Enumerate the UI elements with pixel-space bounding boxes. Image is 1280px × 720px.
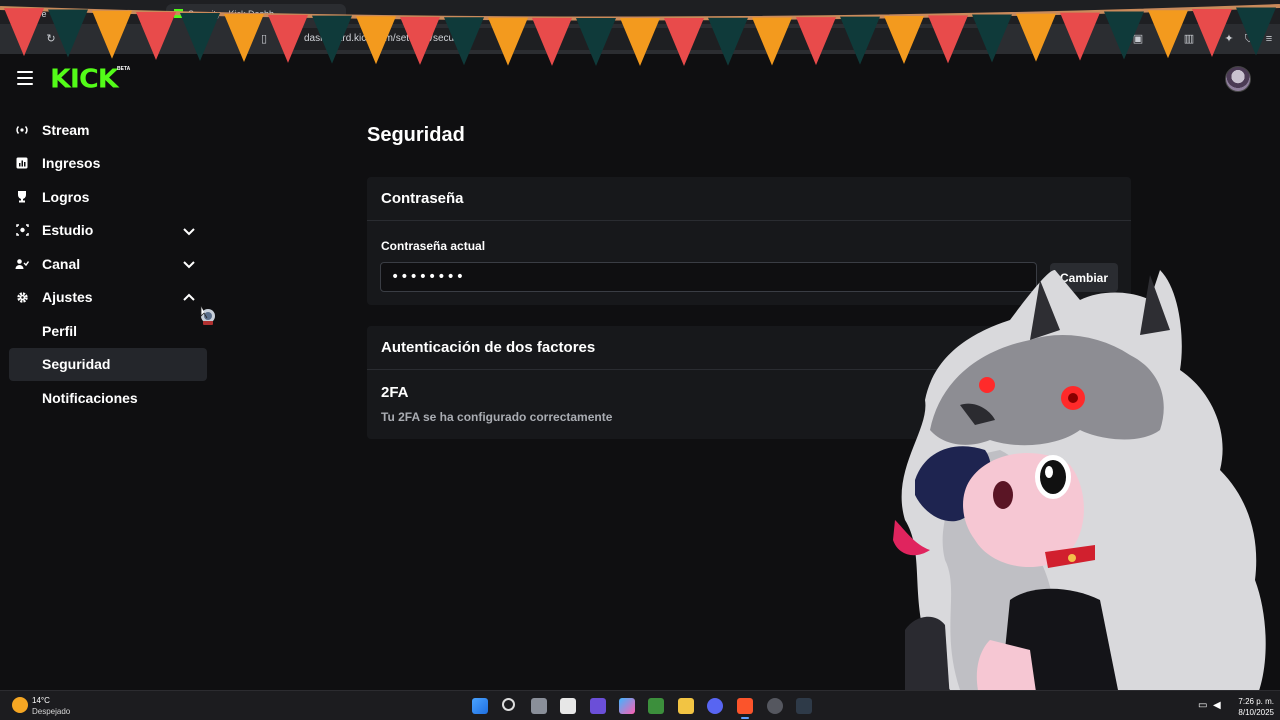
discord-icon[interactable]	[707, 698, 723, 714]
weather-temperature: 14°C	[32, 696, 50, 705]
brave-browser-icon[interactable]	[737, 698, 753, 719]
browser-toolbar: ↻ ▯ dashboard.kick.com/settings/security…	[0, 24, 1280, 54]
hamburger-menu-icon[interactable]	[17, 71, 33, 85]
file-explorer-icon[interactable]	[678, 698, 694, 714]
sidebar-item-logros[interactable]: Logros	[0, 180, 215, 214]
kick-favicon-icon	[174, 9, 183, 18]
sidebar-item-label: Ingresos	[42, 155, 101, 172]
reload-icon[interactable]: ↻	[44, 32, 58, 46]
sidebar-item-stream[interactable]: Stream	[0, 113, 215, 147]
chevron-up-icon[interactable]	[182, 291, 196, 305]
sidebar-item-label: Canal	[42, 255, 81, 272]
kick-logo[interactable]: KICK	[50, 65, 119, 94]
app-icon[interactable]	[590, 698, 606, 714]
chevron-down-icon[interactable]	[182, 257, 196, 271]
users-icon	[14, 256, 30, 272]
browser-tab-bar: Stre Security - Kick Dashb	[0, 0, 1280, 24]
windows-start-icon[interactable]	[472, 698, 488, 714]
sidebar-item-label: Logros	[42, 188, 90, 205]
browser-tab-active[interactable]: Security - Kick Dashb	[166, 4, 346, 24]
mouse-cursor-icon	[200, 306, 215, 325]
page-title: Seguridad	[367, 124, 465, 146]
sidebar-item-estudio[interactable]: Estudio	[0, 214, 215, 248]
extensions-icon[interactable]: ▣	[1131, 32, 1145, 46]
browser-tab[interactable]: Stre	[8, 4, 55, 24]
sidebar-item-label: Estudio	[42, 222, 94, 239]
gear-icon	[14, 289, 30, 305]
sidebar-item-canal[interactable]: Canal	[0, 247, 215, 281]
sidebar-toggle-icon[interactable]: ▥	[1182, 32, 1196, 46]
snipping-tool-icon[interactable]	[560, 698, 576, 714]
sidebar-item-ajustes[interactable]: Ajustes	[0, 281, 215, 315]
volume-icon[interactable]: ◀	[1213, 700, 1224, 711]
weather-condition: Despejado	[32, 707, 71, 716]
tab-favicon-icon	[16, 9, 25, 18]
media-icon[interactable]: ♫	[1163, 32, 1177, 46]
password-card-heading: Contraseña	[367, 177, 1131, 221]
weather-sun-icon[interactable]	[12, 697, 28, 713]
password-card: Contraseña Contraseña actual Cambiar	[367, 177, 1131, 305]
obs-icon[interactable]	[767, 698, 783, 714]
minecraft-icon[interactable]	[648, 698, 664, 714]
current-password-label: Contraseña actual	[381, 239, 486, 253]
studio-icon	[14, 222, 30, 238]
bookmark-icon[interactable]: ▯	[257, 32, 271, 46]
menu-dots-icon[interactable]: ≡	[1262, 32, 1276, 46]
trophy-icon	[14, 189, 30, 205]
chart-icon	[14, 155, 30, 171]
current-password-field[interactable]	[380, 262, 1037, 292]
app-header: KICK BETA	[0, 54, 1280, 104]
task-view-icon[interactable]	[531, 698, 547, 714]
app-icon[interactable]	[796, 698, 812, 714]
wallet-icon[interactable]: ⚇	[1202, 32, 1216, 46]
address-bar[interactable]: dashboard.kick.com/settings/security	[280, 28, 1000, 50]
sidebar-subitem-notificaciones[interactable]: Notificaciones	[9, 381, 207, 415]
chevron-down-icon[interactable]	[182, 224, 196, 238]
sidebar-subitem-seguridad[interactable]: Seguridad	[9, 347, 207, 381]
twofa-card-heading: Autenticación de dos factores	[367, 326, 1131, 370]
broadcast-icon	[14, 122, 30, 138]
shield-icon[interactable]: ⛉	[1242, 32, 1256, 46]
change-password-button[interactable]: Cambiar	[1050, 263, 1118, 292]
leo-icon[interactable]: ✦	[1222, 32, 1236, 46]
taskbar: 14°C Despejado ▭ ◀ 7:26 p. m. 8/10/2025	[0, 690, 1280, 720]
sidebar-item-label: Ajustes	[42, 289, 93, 306]
search-icon[interactable]	[502, 698, 515, 711]
copilot-icon[interactable]	[619, 698, 635, 714]
twofa-card: Autenticación de dos factores 2FA Tu 2FA…	[367, 326, 1131, 439]
network-icon[interactable]: ▭	[1198, 700, 1209, 711]
system-clock[interactable]: 7:26 p. m. 8/10/2025	[1230, 696, 1274, 718]
beta-badge: BETA	[117, 66, 131, 72]
sidebar-item-ingresos[interactable]: Ingresos	[0, 147, 215, 181]
sidebar-item-label: Stream	[42, 121, 90, 138]
sidebar: Stream Ingresos Logros Estudio Canal Aju…	[0, 113, 215, 415]
sidebar-subitem-perfil[interactable]: Perfil	[9, 314, 207, 348]
twofa-title: 2FA	[381, 384, 409, 401]
twofa-status-text: Tu 2FA se ha configurado correctamente	[381, 410, 613, 424]
avatar[interactable]	[1225, 66, 1251, 92]
